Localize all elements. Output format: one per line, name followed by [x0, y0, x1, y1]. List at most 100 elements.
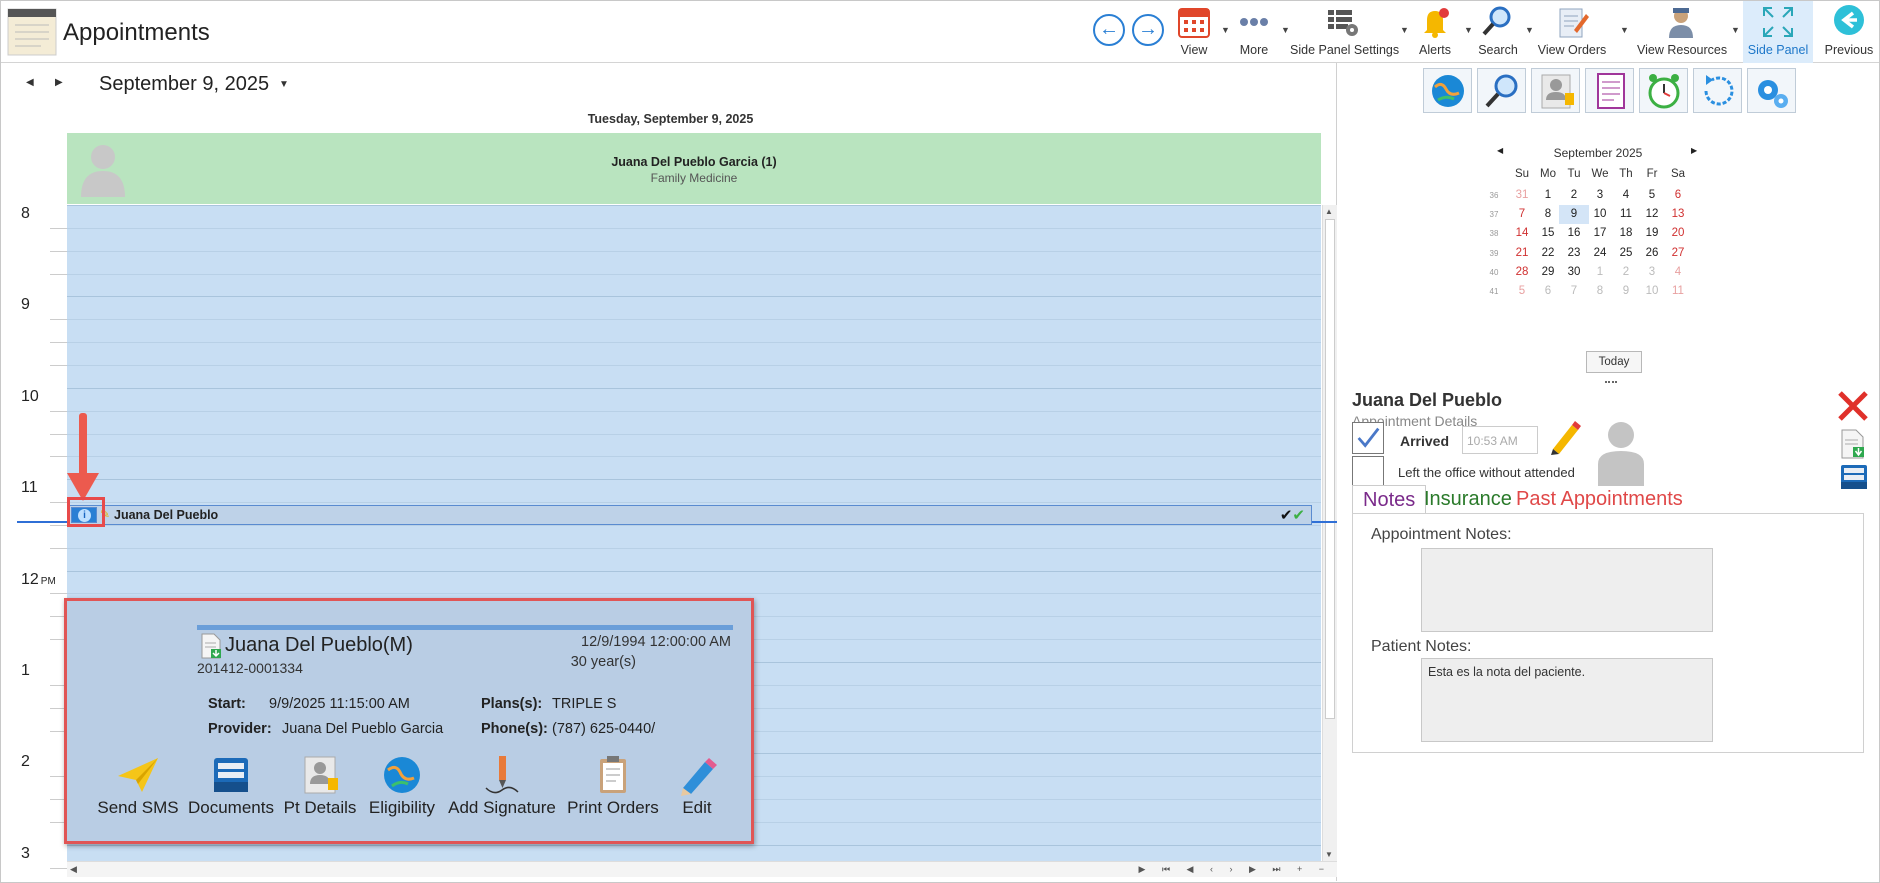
toolbar-alerts-button[interactable]: Alerts ▼ — [1414, 1, 1473, 63]
next-day-icon[interactable]: ▶ — [55, 77, 63, 88]
today-button[interactable]: Today — [1586, 351, 1642, 373]
appointment-notes-label: Appointment Notes: — [1371, 526, 1512, 543]
add-signature-button[interactable]: Add Signature — [442, 754, 562, 818]
toolbar-label: More — [1239, 43, 1269, 57]
scroll-left-icon[interactable]: ◀ — [70, 864, 77, 875]
patient-card-icon — [304, 756, 338, 794]
toolbar-side-panel-settings-button[interactable]: Side Panel Settings ▼ — [1290, 1, 1409, 63]
provider-value: Juana Del Pueblo Garcia — [282, 721, 444, 737]
toolbar-side-panel-button[interactable]: Side Panel — [1743, 1, 1813, 63]
time-slot-line — [67, 479, 1321, 481]
toolbar-view-orders-button[interactable]: View Orders ▼ — [1536, 1, 1629, 63]
forward-arrow-icon[interactable]: → — [1132, 14, 1164, 46]
hour-label-text: 9 — [21, 296, 30, 314]
time-slot-line — [67, 593, 1321, 595]
mini-calendar-day[interactable]: 4 — [1663, 263, 1693, 282]
refresh-button[interactable] — [1693, 68, 1742, 113]
hour-label-text: 1 — [21, 662, 30, 679]
send-sms-button[interactable]: Send SMS — [95, 754, 181, 818]
page-title: Appointments — [63, 19, 210, 46]
hour-label-text: 2 — [21, 753, 30, 771]
toolbar-label: Alerts — [1419, 43, 1451, 57]
mini-calendar-dow: Sa — [1670, 168, 1686, 180]
chevron-down-icon[interactable]: ▼ — [1731, 25, 1740, 35]
time-slot-line — [67, 433, 1321, 435]
chevron-down-icon[interactable]: ▼ — [1281, 25, 1290, 35]
chevron-down-icon[interactable]: ▼ — [1400, 25, 1409, 35]
appointment-bar[interactable]: i ✎ Juana Del Pueblo ✔✔ — [67, 505, 1312, 525]
arrived-time-field[interactable]: 10:53 AM — [1462, 426, 1538, 454]
notes-button[interactable] — [1585, 68, 1634, 113]
time-slot-line — [67, 250, 1321, 252]
file-tray-icon[interactable] — [1839, 463, 1869, 491]
resource-header: Juana Del Pueblo Garcia (1) Family Medic… — [67, 133, 1321, 204]
mini-calendar-title: September 2025 — [1553, 146, 1643, 160]
mini-calendar-day[interactable]: 20 — [1663, 224, 1693, 243]
tab-past-appointments[interactable]: Past Appointments — [1506, 485, 1693, 513]
hour-label-text: 3 — [21, 844, 30, 862]
close-icon[interactable] — [1836, 389, 1870, 423]
search-button[interactable] — [1477, 68, 1526, 113]
time-tick — [50, 867, 67, 869]
documents-button[interactable]: Documents — [184, 754, 278, 818]
patient-notes-field[interactable]: Esta es la nota del paciente. — [1421, 658, 1713, 742]
toolbar-previous-button[interactable]: Previous — [1822, 1, 1876, 63]
hour-label-pm: PM — [40, 575, 56, 587]
vertical-scrollbar[interactable]: ▲ ▼ — [1322, 205, 1337, 861]
mini-calendar-day[interactable]: 27 — [1663, 244, 1693, 263]
pager-controls[interactable]: ▶ ⏮ ◀ ‹ › ▶ ⏭ + − — [1139, 864, 1331, 875]
hour-label-text: 10 — [21, 387, 39, 405]
popup-accent-bar — [197, 625, 733, 630]
chevron-down-icon[interactable]: ▼ — [1620, 25, 1629, 35]
prev-day-icon[interactable]: ◀ — [26, 77, 34, 88]
chevron-down-icon[interactable]: ▼ — [279, 79, 289, 90]
pencil-icon[interactable] — [1548, 419, 1582, 455]
toolbar-search-button[interactable]: Search ▼ — [1477, 1, 1534, 63]
week-number: 37 — [1489, 210, 1499, 220]
time-tick — [50, 227, 67, 229]
time-slot-line — [67, 296, 1321, 298]
toolbar-view-button[interactable]: View ▼ — [1173, 1, 1230, 63]
next-month-icon[interactable]: ▶ — [1691, 146, 1697, 155]
popup-patient-name[interactable]: Juana Del Pueblo(M) — [225, 634, 413, 657]
pt-details-button[interactable]: Pt Details — [280, 754, 360, 818]
back-arrow-icon[interactable]: ← — [1093, 14, 1125, 46]
date-label[interactable]: September 9, 2025 — [99, 73, 269, 96]
chevron-down-icon[interactable]: ▼ — [1464, 25, 1473, 35]
chevron-down-icon[interactable]: ▼ — [1221, 25, 1230, 35]
eligibility-button[interactable]: Eligibility — [362, 754, 442, 818]
alarm-button[interactable] — [1639, 68, 1688, 113]
eligibility-button[interactable] — [1423, 68, 1472, 113]
mini-calendar-day[interactable]: 13 — [1663, 205, 1693, 224]
scroll-thumb[interactable] — [1325, 219, 1335, 719]
scroll-down-icon[interactable]: ▼ — [1325, 850, 1333, 859]
document-download-icon[interactable] — [1839, 429, 1867, 459]
splitter-grip[interactable] — [1605, 381, 1617, 383]
patient-name: Juana Del Pueblo — [1352, 390, 1503, 410]
mini-calendar-day[interactable]: 11 — [1663, 282, 1693, 301]
hour-label: 2 — [21, 753, 30, 771]
arrived-checkbox[interactable] — [1352, 422, 1384, 454]
popup-dob: 12/9/1994 12:00:00 AM — [581, 634, 731, 650]
time-tick — [50, 250, 67, 252]
side-panel: ◀ September 2025 ▶ Su Mo Tu We Th Fr Sa 36 31 1 2 3… — [1338, 63, 1879, 881]
mini-calendar-day[interactable]: 6 — [1663, 186, 1693, 205]
app-header: Appointments ← → View ▼ More ▼ Side Pane… — [1, 1, 1879, 63]
chevron-down-icon[interactable]: ▼ — [1525, 25, 1534, 35]
horizontal-scrollbar[interactable]: ◀ ▶ ⏮ ◀ ‹ › ▶ ⏭ + − — [67, 861, 1337, 877]
appointment-notes-field[interactable] — [1421, 548, 1713, 632]
mini-calendar[interactable]: ◀ September 2025 ▶ Su Mo Tu We Th Fr Sa 36 31 1 2 3… — [1490, 143, 1733, 323]
left-office-checkbox[interactable] — [1352, 456, 1384, 488]
time-slot-line — [67, 273, 1321, 275]
print-orders-button[interactable]: Print Orders — [564, 754, 662, 818]
globe-icon — [384, 757, 420, 793]
hour-label: 8 — [21, 205, 30, 223]
toolbar-view-resources-button[interactable]: View Resources ▼ — [1637, 1, 1740, 63]
settings-button[interactable] — [1747, 68, 1796, 113]
time-slot-line — [67, 456, 1321, 458]
toolbar-more-button[interactable]: More ▼ — [1233, 1, 1290, 63]
patient-details-button[interactable] — [1531, 68, 1580, 113]
scroll-up-icon[interactable]: ▲ — [1325, 207, 1333, 216]
calendar-icon — [1178, 8, 1210, 38]
edit-button[interactable]: Edit — [669, 754, 725, 818]
